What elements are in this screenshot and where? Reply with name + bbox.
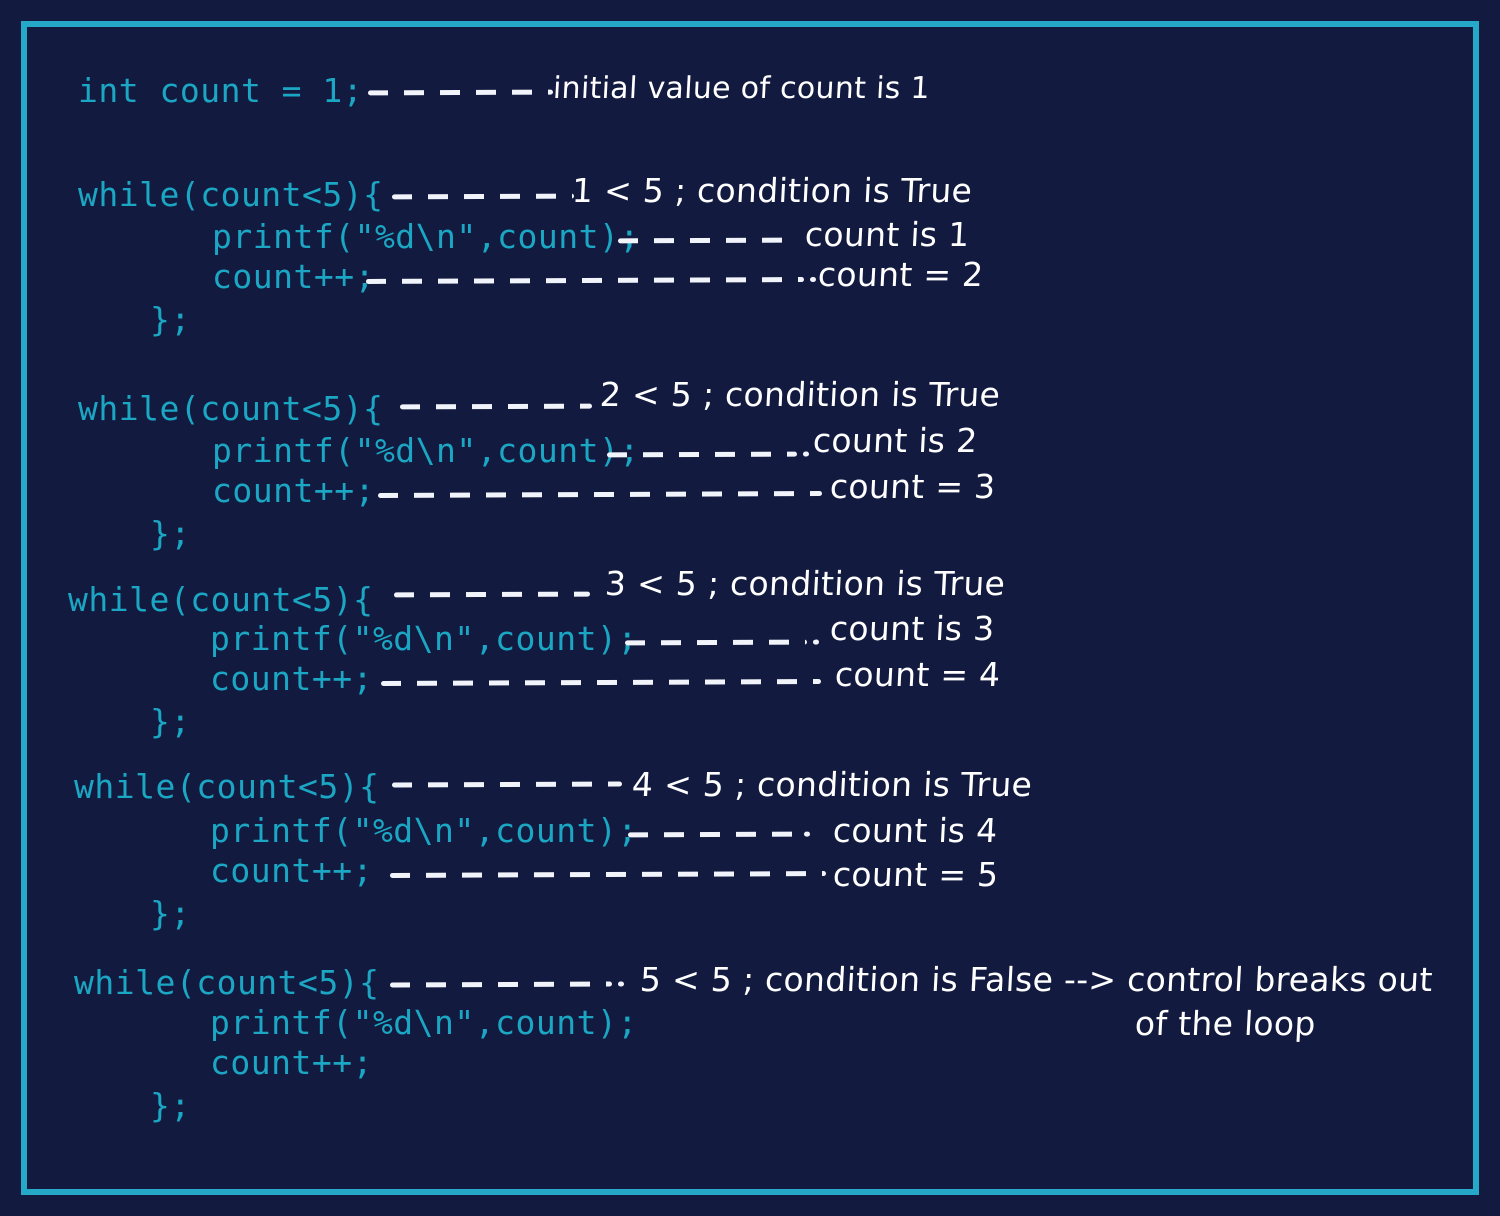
code-line-close-1: }; — [150, 300, 191, 339]
code-line-close-4: }; — [150, 894, 191, 933]
code-line-init: int count = 1; — [78, 71, 364, 110]
code-line-while-1: while(count<5){ — [78, 175, 384, 214]
annotation-count-value-4: count is 4 — [832, 811, 999, 850]
annotation-break-out: of the loop — [1134, 1004, 1317, 1043]
annotation-condition-2: 2 < 5 ; condition is True — [599, 375, 1002, 414]
code-line-printf-5: printf("%d\n",count); — [210, 1003, 638, 1042]
code-line-increment-1: count++; — [212, 257, 375, 296]
leader-line-init — [367, 89, 554, 96]
code-line-close-2: }; — [150, 514, 191, 553]
leader-line-printf-1 — [617, 237, 787, 244]
annotation-condition-1: 1 < 5 ; condition is True — [571, 171, 974, 210]
leader-line-increment-3 — [380, 679, 822, 686]
annotation-count-update-1: count = 2 — [817, 255, 985, 294]
code-line-increment-2: count++; — [212, 471, 375, 510]
code-line-while-3: while(count<5){ — [68, 580, 374, 619]
code-line-increment-3: count++; — [210, 659, 373, 698]
annotation-count-value-2: count is 2 — [812, 421, 979, 460]
leader-line-while-5 — [389, 981, 613, 988]
annotation-condition-4: 4 < 5 ; condition is True — [631, 765, 1034, 804]
annotation-condition-3: 3 < 5 ; condition is True — [604, 564, 1007, 603]
code-line-printf-4: printf("%d\n",count); — [210, 811, 638, 850]
code-line-close-3: }; — [150, 702, 191, 741]
annotation-init-value: initial value of count is 1 — [552, 71, 931, 106]
slide-canvas: int count = 1; initial value of count is… — [0, 0, 1500, 1216]
code-line-increment-4: count++; — [210, 851, 373, 890]
leader-line-printf-2 — [606, 451, 798, 458]
leader-line-while-2 — [399, 403, 593, 410]
leader-line-increment-1 — [365, 277, 805, 284]
code-line-while-5: while(count<5){ — [74, 963, 380, 1002]
annotation-count-value-3: count is 3 — [829, 609, 996, 648]
slide-content: int count = 1; initial value of count is… — [0, 0, 1500, 1216]
code-line-increment-5: count++; — [210, 1043, 373, 1082]
code-line-printf-3: printf("%d\n",count); — [210, 619, 638, 658]
code-line-close-5: }; — [150, 1086, 191, 1125]
code-line-printf-1: printf("%d\n",count); — [212, 217, 640, 256]
annotation-count-update-3: count = 4 — [834, 655, 1002, 694]
leader-line-increment-4 — [389, 871, 827, 878]
annotation-condition-5: 5 < 5 ; condition is False --> control b… — [639, 960, 1434, 999]
leader-line-printf-3 — [624, 639, 808, 646]
leader-line-while-1 — [391, 193, 575, 200]
code-line-printf-2: printf("%d\n",count); — [212, 431, 640, 470]
leader-line-increment-2 — [377, 491, 823, 498]
annotation-count-value-1: count is 1 — [804, 215, 971, 254]
code-line-while-4: while(count<5){ — [74, 767, 380, 806]
annotation-count-update-4: count = 5 — [832, 855, 1000, 894]
leader-line-while-4 — [391, 781, 623, 788]
leader-line-while-3 — [393, 591, 591, 598]
annotation-count-update-2: count = 3 — [829, 467, 997, 506]
code-line-while-2: while(count<5){ — [78, 389, 384, 428]
leader-line-printf-4 — [627, 831, 799, 838]
